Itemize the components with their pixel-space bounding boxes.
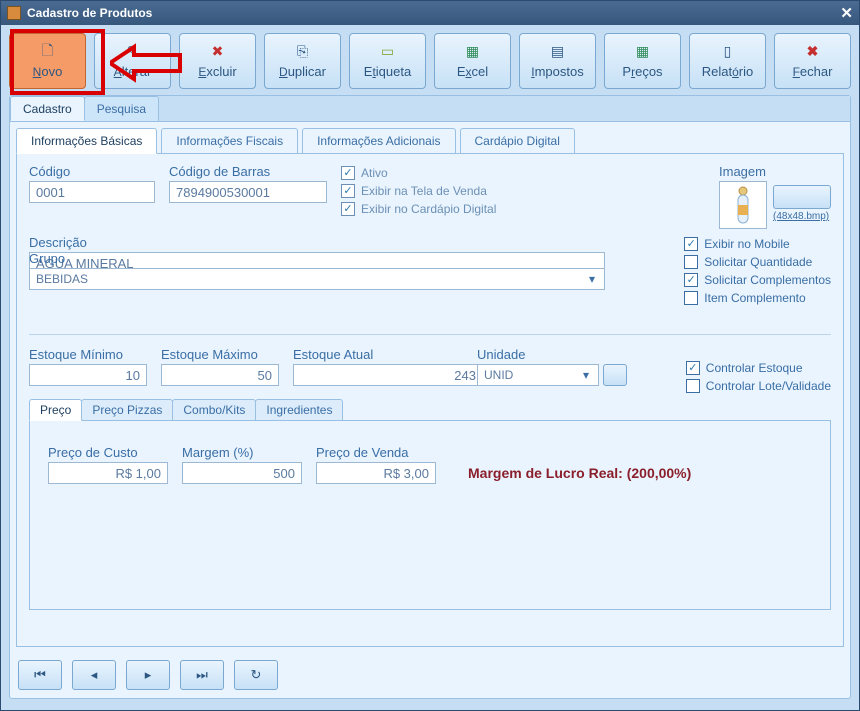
tab-info-fiscais[interactable]: Informações Fiscais: [161, 128, 298, 154]
excel-icon: ▦: [465, 44, 481, 60]
estoque-min-label: Estoque Mínimo: [29, 347, 147, 362]
margem-input[interactable]: [182, 462, 302, 484]
nav-next-button[interactable]: ▸: [126, 660, 170, 690]
tab-ingredientes[interactable]: Ingredientes: [255, 399, 343, 421]
grupo-label: Grupo: [29, 251, 605, 266]
close-icon: ✖: [805, 44, 821, 60]
unidade-label: Unidade: [477, 347, 627, 362]
unidade-button[interactable]: [603, 364, 627, 386]
display-checks: Ativo Exibir na Tela de Venda Exibir no …: [341, 166, 496, 229]
grupo-select[interactable]: BEBIDAS▾: [29, 268, 605, 290]
chevron-down-icon: ▾: [584, 272, 600, 286]
alterar-button[interactable]: ✎ Alterar: [94, 33, 171, 89]
estoque-max-input[interactable]: [161, 364, 279, 386]
tab-combo-kits[interactable]: Combo/Kits: [172, 399, 256, 421]
chk-exibir-mobile[interactable]: Exibir no Mobile: [684, 237, 831, 251]
record-nav: ⏮ ◂ ▸ ⏭ ↻: [18, 660, 278, 690]
tax-icon: ▤: [550, 44, 566, 60]
chk-exibir-cardapio[interactable]: Exibir no Cardápio Digital: [341, 202, 496, 216]
price-body: Preço de Custo Margem (%) Preço de Venda…: [29, 420, 831, 610]
estoque-max-label: Estoque Máximo: [161, 347, 279, 362]
tab-info-basicas[interactable]: Informações Básicas: [16, 128, 157, 154]
novo-button[interactable]: 🗋 Novo document.currentScript.previousEl…: [9, 33, 86, 89]
preco-venda-input[interactable]: [316, 462, 436, 484]
image-thumbnail[interactable]: [719, 181, 767, 229]
price-tabstrip: Preço Preço Pizzas Combo/Kits Ingredient…: [29, 399, 831, 421]
codigo-input[interactable]: [29, 181, 155, 203]
duplicar-button[interactable]: ⎘ Duplicar: [264, 33, 341, 89]
window: Cadastro de Produtos ✕ 🗋 Novo document.c…: [0, 0, 860, 711]
outer-tabstrip: Cadastro Pesquisa: [10, 96, 850, 122]
prices-icon: ▦: [635, 44, 651, 60]
inner-tabstrip: Informações Básicas Informações Fiscais …: [16, 128, 844, 154]
descricao-label: Descrição: [29, 235, 605, 250]
margem-real-label: Margem de Lucro Real: (200,00%): [468, 465, 691, 484]
window-title: Cadastro de Produtos: [27, 6, 152, 20]
excluir-button[interactable]: ✖ Excluir: [179, 33, 256, 89]
tab-preco-pizzas[interactable]: Preço Pizzas: [81, 399, 173, 421]
codbarras-label: Código de Barras: [169, 164, 327, 179]
image-area: Imagem (48x48.bmp): [719, 164, 831, 229]
nav-refresh-button[interactable]: ↻: [234, 660, 278, 690]
tab-pesquisa[interactable]: Pesquisa: [84, 96, 159, 121]
image-browse-button[interactable]: [773, 185, 831, 209]
chevron-down-icon: ▾: [578, 368, 594, 382]
estoque-atual-input[interactable]: [293, 364, 483, 386]
nav-prev-button[interactable]: ◂: [72, 660, 116, 690]
chk-solicitar-qtd[interactable]: Solicitar Quantidade: [684, 255, 831, 269]
nav-last-button[interactable]: ⏭: [180, 660, 224, 690]
preco-venda-label: Preço de Venda: [316, 445, 436, 460]
impostos-button[interactable]: ▤ Impostos: [519, 33, 596, 89]
chk-exibir-tela[interactable]: Exibir na Tela de Venda: [341, 184, 496, 198]
chk-item-comp[interactable]: Item Complemento: [684, 291, 831, 305]
duplicate-icon: ⎘: [295, 44, 311, 60]
app-icon: [7, 6, 21, 20]
excel-button[interactable]: ▦ Excel: [434, 33, 511, 89]
margem-label: Margem (%): [182, 445, 302, 460]
codbarras-input[interactable]: [169, 181, 327, 203]
chk-controlar-estoque[interactable]: Controlar Estoque: [686, 361, 831, 375]
relatorio-button[interactable]: ▯ Relatório: [689, 33, 766, 89]
etiqueta-button[interactable]: ▭ Etiqueta: [349, 33, 426, 89]
chk-solicitar-comp[interactable]: Solicitar Complementos: [684, 273, 831, 287]
label-icon: ▭: [380, 44, 396, 60]
outer-tab-container: Cadastro Pesquisa Informações Básicas In…: [9, 95, 851, 699]
tab-info-adicionais[interactable]: Informações Adicionais: [302, 128, 455, 154]
imagem-label: Imagem: [719, 164, 831, 179]
toolbar: 🗋 Novo document.currentScript.previousEl…: [1, 25, 859, 95]
new-file-icon: 🗋: [40, 44, 56, 60]
title-bar: Cadastro de Produtos ✕: [1, 1, 859, 25]
precos-button[interactable]: ▦ Preços: [604, 33, 681, 89]
chk-ativo[interactable]: Ativo: [341, 166, 496, 180]
image-filename: (48x48.bmp): [773, 211, 831, 222]
report-icon: ▯: [720, 44, 736, 60]
preco-custo-label: Preço de Custo: [48, 445, 168, 460]
tab-preco[interactable]: Preço: [29, 399, 82, 421]
chk-controlar-lote[interactable]: Controlar Lote/Validade: [686, 379, 831, 393]
nav-first-button[interactable]: ⏮: [18, 660, 62, 690]
tab-cardapio-digital[interactable]: Cardápio Digital: [460, 128, 575, 154]
fechar-button[interactable]: ✖ Fechar: [774, 33, 851, 89]
estoque-atual-label: Estoque Atual: [293, 347, 433, 362]
codigo-label: Código: [29, 164, 155, 179]
outer-tab-body: Informações Básicas Informações Fiscais …: [10, 122, 850, 698]
edit-icon: ✎: [125, 44, 141, 60]
estoque-min-input[interactable]: [29, 364, 147, 386]
tab-cadastro[interactable]: Cadastro: [10, 96, 85, 121]
unidade-select[interactable]: UNID▾: [477, 364, 599, 386]
inner-tab-body: Código Código de Barras Ativo Exibir na …: [16, 153, 844, 647]
window-close-icon[interactable]: ✕: [840, 4, 853, 22]
delete-icon: ✖: [210, 44, 226, 60]
preco-custo-input[interactable]: [48, 462, 168, 484]
